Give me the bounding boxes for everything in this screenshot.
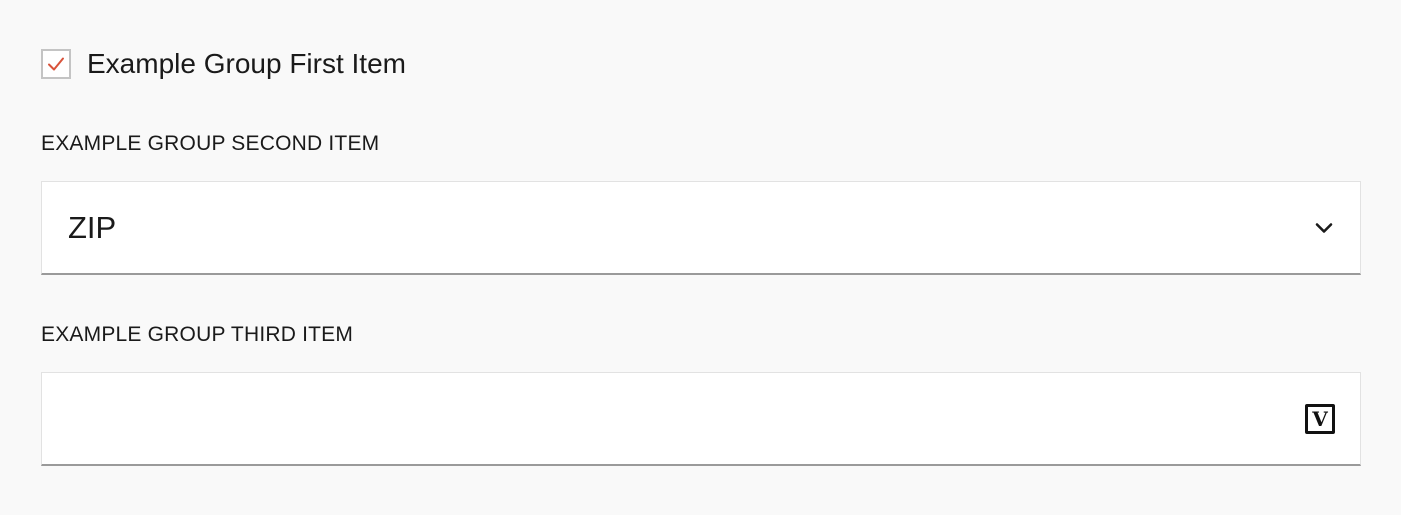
second-item-selected-value: ZIP [68, 209, 117, 245]
second-item-label: EXAMPLE GROUP SECOND ITEM [41, 132, 380, 155]
checkmark-icon [48, 57, 64, 71]
first-item-checkbox[interactable] [41, 49, 71, 79]
third-item-input[interactable] [42, 373, 1305, 464]
first-item-checkbox-row[interactable]: Example Group First Item [41, 46, 406, 82]
third-item-field[interactable]: V [41, 372, 1361, 466]
chevron-down-icon[interactable] [1312, 216, 1336, 240]
v-badge-icon[interactable]: V [1305, 403, 1335, 434]
third-item-label: EXAMPLE GROUP THIRD ITEM [41, 323, 354, 346]
first-item-label[interactable]: Example Group First Item [87, 46, 406, 82]
second-item-select[interactable]: ZIP [41, 181, 1361, 275]
